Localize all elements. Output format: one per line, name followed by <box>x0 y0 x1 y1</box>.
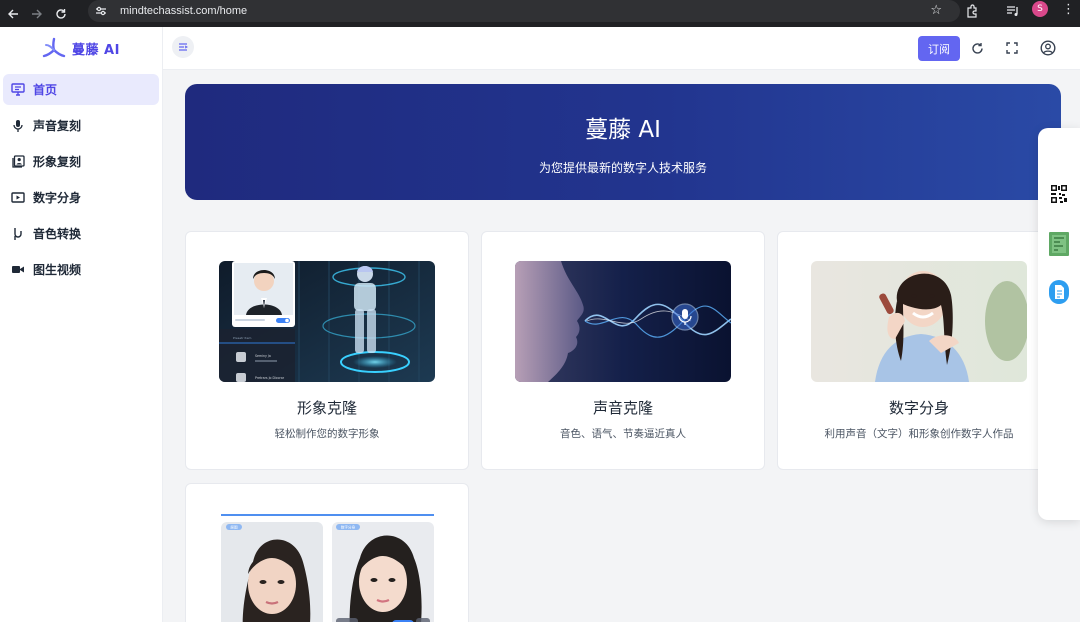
voice-wave-icon <box>11 227 25 241</box>
feature-card-digital-twin[interactable]: 数字分身 利用声音（文字）和形象创作数字人作品 <box>777 231 1061 470</box>
camera-icon <box>11 263 25 277</box>
sidebar-item-label: 数字分身 <box>33 191 82 205</box>
brand[interactable]: 蔓藤 AI <box>0 27 162 69</box>
card-title: 数字分身 <box>888 399 949 417</box>
sidebar: 蔓藤 AI 首页 声音复刻 形象复刻 数字分身 音色转换 图生视频 <box>0 27 163 622</box>
sidebar-item-avatar-clone[interactable]: 形象复刻 <box>3 146 159 177</box>
url-text: mindtechassist.com/home <box>120 5 248 17</box>
card-title: 形象克隆 <box>296 399 357 417</box>
video-icon <box>11 191 25 205</box>
monitor-icon <box>11 83 25 97</box>
reload-icon[interactable] <box>49 4 73 24</box>
sidebar-item-label: 首页 <box>33 83 58 97</box>
browser-toolbar: mindtechassist.com/home ☆ S ⋮ <box>0 0 1080 27</box>
microphone-icon <box>11 119 25 133</box>
floating-side-panel <box>1038 128 1080 520</box>
feature-card-voice-clone[interactable]: 声音克隆 音色、语气、节奏逼近真人 <box>481 231 765 470</box>
card-description: 轻松制作您的数字形象 <box>274 428 380 440</box>
back-icon[interactable] <box>1 4 25 24</box>
forward-icon[interactable] <box>25 4 49 24</box>
sidebar-item-voice-convert[interactable]: 音色转换 <box>3 218 159 249</box>
media-queue-icon[interactable] <box>1006 3 1020 22</box>
card-description: 利用声音（文字）和形象创作数字人作品 <box>824 428 1014 440</box>
sidebar-item-label: 音色转换 <box>33 227 82 241</box>
document-icon[interactable] <box>1049 279 1069 305</box>
chip-icon[interactable] <box>1049 231 1069 257</box>
card-title: 声音克隆 <box>592 399 653 417</box>
collapse-menu-icon <box>179 43 188 51</box>
original-photo: 原图 <box>221 522 323 622</box>
sidebar-item-digital-twin[interactable]: 数字分身 <box>3 182 159 213</box>
sidebar-item-voice-clone[interactable]: 声音复刻 <box>3 110 159 141</box>
site-settings-icon[interactable] <box>94 4 108 18</box>
banner-subtitle: 为您提供最新的数字人技术服务 <box>538 161 707 175</box>
card-badge: 原图 <box>230 525 238 530</box>
qr-code-icon[interactable] <box>1049 181 1069 207</box>
address-bar[interactable]: mindtechassist.com/home ☆ <box>88 0 960 22</box>
feature-card-image-to-video[interactable]: 原图 数字分身 <box>185 483 469 622</box>
voice-clone-image <box>515 261 731 382</box>
banner-title: 蔓藤 AI <box>585 117 661 143</box>
digital-twin-photo: 数字分身 <box>332 522 434 622</box>
brand-logo-icon <box>42 37 66 58</box>
sidebar-item-home[interactable]: 首页 <box>3 74 159 105</box>
profile-avatar[interactable]: S <box>1032 1 1048 17</box>
feature-card-avatar-clone[interactable]: Presetr Item Seminy Ja Pretrars Jo Dicor… <box>185 231 469 470</box>
panel-section-label: Presetr Item <box>233 336 251 340</box>
card-top-accent <box>221 514 434 516</box>
sidebar-item-label: 声音复刻 <box>33 119 82 133</box>
top-header: 订阅 <box>163 27 1080 70</box>
sidebar-collapse-button[interactable] <box>172 36 194 58</box>
hero-banner: 蔓藤 AI 为您提供最新的数字人技术服务 <box>185 84 1061 200</box>
card-description: 音色、语气、节奏逼近真人 <box>560 428 686 440</box>
browser-menu-icon[interactable]: ⋮ <box>1062 2 1075 17</box>
refresh-icon[interactable] <box>969 40 985 56</box>
panel-row-name: Pretrars Jo Dicorar <box>255 376 285 380</box>
sidebar-item-image-to-video[interactable]: 图生视频 <box>3 254 159 285</box>
brand-name: 蔓藤 AI <box>72 42 120 58</box>
user-icon[interactable] <box>1040 40 1056 56</box>
sidebar-menu: 首页 声音复刻 形象复刻 数字分身 音色转换 图生视频 <box>0 69 162 285</box>
card-badge: 数字分身 <box>341 525 356 530</box>
sidebar-item-label: 图生视频 <box>33 263 82 277</box>
sidebar-item-label: 形象复刻 <box>33 155 82 169</box>
fullscreen-icon[interactable] <box>1004 40 1020 56</box>
extensions-icon[interactable] <box>965 3 979 22</box>
portrait-icon <box>11 155 25 169</box>
avatar-clone-image: Presetr Item Seminy Ja Pretrars Jo Dicor… <box>219 261 435 382</box>
panel-row-name: Seminy Ja <box>255 354 271 358</box>
subscribe-button[interactable]: 订阅 <box>918 36 960 61</box>
digital-twin-image <box>811 261 1027 382</box>
bookmark-star-icon[interactable]: ☆ <box>930 3 942 18</box>
